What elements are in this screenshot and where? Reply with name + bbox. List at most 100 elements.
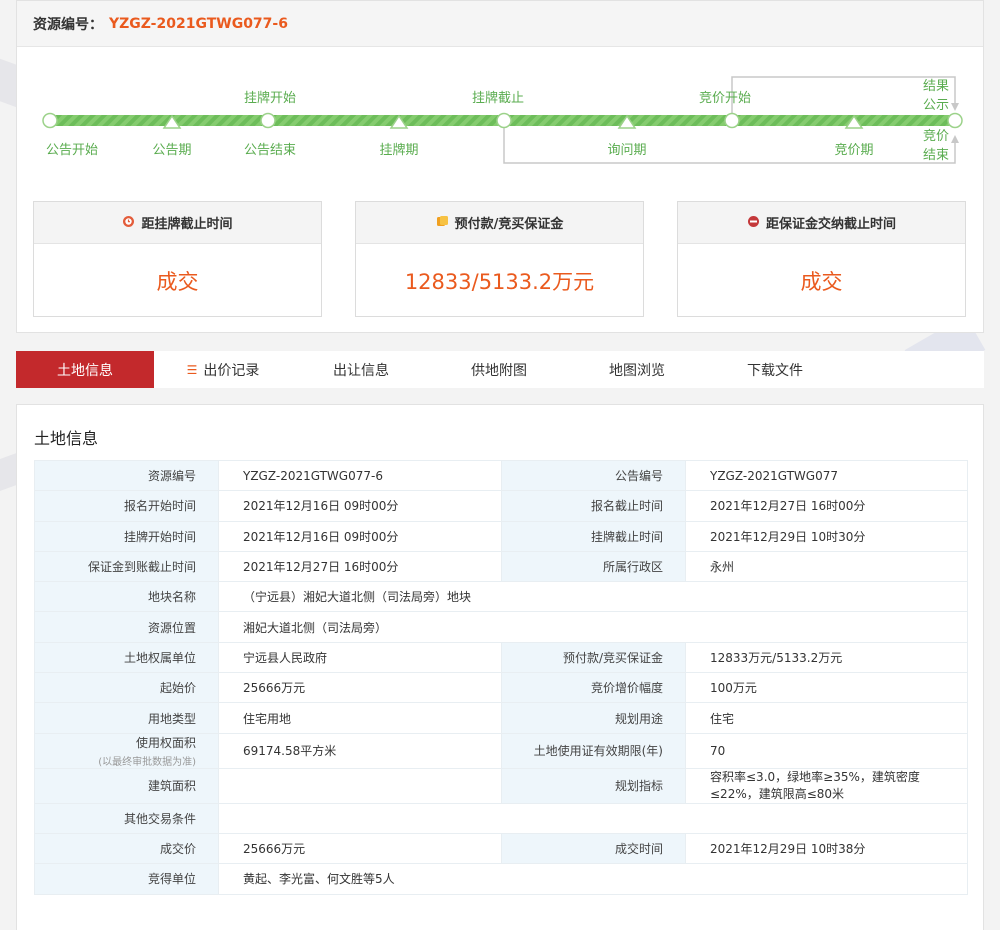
- tab-bid-records[interactable]: ☰ 出价记录: [154, 351, 292, 388]
- field-value: 宁远县人民政府: [218, 641, 502, 674]
- milestone-dot: [42, 112, 58, 129]
- field-value: [218, 802, 968, 834]
- field-value: 永州: [685, 550, 968, 583]
- field-label: 保证金到账截止时间: [34, 550, 219, 583]
- field-label: 建筑面积: [34, 767, 219, 804]
- box-title: 距挂牌截止时间: [141, 217, 233, 232]
- auction-overview-panel: 资源编号： YZGZ-2021GTWG077-6 挂牌开始 挂牌截止 竞价开始 …: [16, 0, 984, 333]
- milestone-dot: [724, 112, 740, 129]
- field-value: YZGZ-2021GTWG077-6: [218, 459, 502, 492]
- box-title: 预付款/竞买保证金: [454, 217, 564, 232]
- milestone-dot: [260, 112, 276, 129]
- field-label-text: 使用权面积: [135, 735, 196, 750]
- box-header: 距保证金交纳截止时间: [678, 202, 965, 244]
- field-value: 2021年12月27日 16时00分: [218, 550, 502, 583]
- timeline-label: 公告结束: [243, 143, 297, 158]
- table-row: 其他交易条件: [34, 802, 968, 834]
- field-label: 资源编号: [34, 459, 219, 492]
- box-value: 12833/5133.2万元: [404, 269, 595, 294]
- table-row: 起始价 25666万元 竞价增价幅度 100万元: [34, 672, 968, 704]
- field-label: 报名截止时间: [501, 490, 686, 522]
- field-value: 湘妃大道北侧（司法局旁）: [218, 611, 968, 643]
- box-header: 预付款/竞买保证金: [356, 202, 643, 244]
- field-label: 成交价: [34, 832, 219, 865]
- tab-label: 出让信息: [333, 362, 389, 379]
- arrow-up-icon: [951, 135, 959, 143]
- field-label: 挂牌截止时间: [501, 520, 686, 552]
- tab-label: 地图浏览: [609, 362, 665, 379]
- field-label: 其他交易条件: [34, 802, 219, 834]
- field-label: 规划指标: [501, 767, 686, 804]
- field-note: (以最终审批数据为准): [98, 756, 196, 768]
- tab-label: 下载文件: [747, 362, 803, 379]
- timeline-label: 竞价期: [834, 143, 874, 158]
- resource-label: 资源编号：: [33, 16, 103, 33]
- timeline-label: 询问期: [607, 143, 647, 158]
- milestone-dot: [496, 112, 512, 129]
- arrow-down-icon: [951, 103, 959, 111]
- field-label: 地块名称: [34, 581, 219, 613]
- field-value: YZGZ-2021GTWG077: [685, 459, 968, 492]
- table-row: 地块名称 （宁远县）湘妃大道北侧（司法局旁）地块: [34, 581, 968, 613]
- field-value: 2021年12月16日 09时00分: [218, 490, 502, 522]
- timeline-label-line: 结束: [923, 148, 950, 163]
- field-label: 成交时间: [501, 832, 686, 865]
- table-row: 保证金到账截止时间 2021年12月27日 16时00分 所属行政区 永州: [34, 550, 968, 583]
- land-info-table: 资源编号 YZGZ-2021GTWG077-6 公告编号 YZGZ-2021GT…: [34, 459, 968, 895]
- field-label: 竞得单位: [34, 863, 219, 895]
- field-value: 70: [685, 732, 968, 769]
- field-value: 2021年12月16日 09时00分: [218, 520, 502, 552]
- coins-icon: [436, 215, 449, 231]
- list-icon: ☰: [186, 362, 198, 377]
- clock-icon: [747, 215, 760, 231]
- field-label: 用地类型: [34, 702, 219, 734]
- tab-transfer-info[interactable]: 出让信息: [292, 351, 430, 388]
- table-row: 报名开始时间 2021年12月16日 09时00分 报名截止时间 2021年12…: [34, 490, 968, 522]
- table-row: 土地权属单位 宁远县人民政府 预付款/竞买保证金 12833万元/5133.2万…: [34, 641, 968, 674]
- field-value: 2021年12月29日 10时30分: [685, 520, 968, 552]
- progress-timeline: 挂牌开始 挂牌截止 竞价开始 公告开始 公告期 公告结束 挂牌期 询问期 竞价期…: [17, 47, 985, 187]
- table-row: 挂牌开始时间 2021年12月16日 09时00分 挂牌截止时间 2021年12…: [34, 520, 968, 552]
- field-value: 容积率≤3.0，绿地率≥35%，建筑密度≤22%，建筑限高≤80米: [685, 767, 968, 804]
- timeline-label-line: 结果: [923, 79, 950, 94]
- timeline-label-line: 公示: [923, 98, 950, 113]
- timeline-label: 挂牌期: [379, 143, 419, 158]
- deposit-deadline-box: 距保证金交纳截止时间 成交: [677, 201, 966, 317]
- field-value: 住宅: [685, 702, 968, 734]
- timeline-label-result: 结果 公示: [923, 77, 949, 115]
- field-value: 100万元: [685, 672, 968, 704]
- field-label: 挂牌开始时间: [34, 520, 219, 552]
- field-label-with-note: 使用权面积 (以最终审批数据为准): [34, 732, 219, 769]
- tab-land-info[interactable]: 土地信息: [16, 351, 154, 388]
- table-row: 用地类型 住宅用地 规划用途 住宅: [34, 702, 968, 734]
- timeline-label-line: 竞价: [923, 129, 950, 144]
- box-value: 成交: [800, 269, 843, 294]
- deposit-box: 预付款/竞买保证金 12833/5133.2万元: [355, 201, 644, 317]
- field-label: 土地使用证有效期限(年): [501, 732, 686, 769]
- field-value: （宁远县）湘妃大道北侧（司法局旁）地块: [218, 581, 968, 613]
- table-row: 成交价 25666万元 成交时间 2021年12月29日 10时38分: [34, 832, 968, 865]
- timeline-label: 挂牌开始: [243, 91, 297, 106]
- tab-supply-map[interactable]: 供地附图: [430, 351, 568, 388]
- timeline-label: 公告期: [152, 143, 192, 158]
- field-label: 所属行政区: [501, 550, 686, 583]
- field-value: 25666万元: [218, 832, 502, 865]
- table-row: 竞得单位 黄起、李光富、何文胜等5人: [34, 863, 968, 895]
- field-label: 土地权属单位: [34, 641, 219, 674]
- timeline-graphic: [42, 76, 963, 164]
- box-header: 距挂牌截止时间: [34, 202, 321, 244]
- tab-map-browse[interactable]: 地图浏览: [568, 351, 706, 388]
- field-value: 住宅用地: [218, 702, 502, 734]
- listing-deadline-box: 距挂牌截止时间 成交: [33, 201, 322, 317]
- table-row: 资源编号 YZGZ-2021GTWG077-6 公告编号 YZGZ-2021GT…: [34, 459, 968, 492]
- field-label: 公告编号: [501, 459, 686, 492]
- timeline-label: 挂牌截止: [471, 91, 525, 106]
- tab-download-files[interactable]: 下载文件: [706, 351, 844, 388]
- clock-icon: [122, 215, 135, 231]
- section-title: 土地信息: [34, 429, 99, 448]
- milestone-dot: [947, 112, 963, 129]
- timeline-label: 公告开始: [45, 143, 99, 158]
- field-value: 69174.58平方米: [218, 732, 502, 769]
- bidding-bracket: [731, 76, 956, 115]
- inquiry-bracket: [503, 125, 956, 164]
